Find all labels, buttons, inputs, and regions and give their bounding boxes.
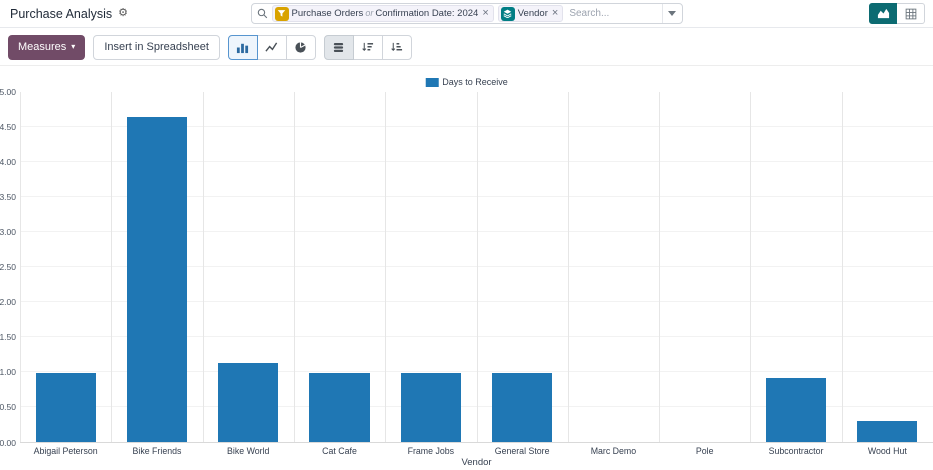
v-gridline	[842, 92, 843, 442]
chart-options-group	[324, 35, 412, 60]
sort-ascending-icon	[390, 41, 403, 54]
bar-cat-cafe[interactable]	[309, 373, 369, 442]
v-gridline	[111, 92, 112, 442]
legend-swatch	[425, 78, 438, 87]
chart-type-group	[228, 35, 316, 60]
y-tick-label: 3.50	[0, 193, 16, 202]
chart-area: Days to Receive 0.00 0.50 1.00 1.50 2.00 2.50…	[0, 66, 933, 470]
x-category-label: Subcontractor	[750, 446, 841, 457]
bar-abigail-peterson[interactable]	[36, 373, 96, 442]
facet-label-part: Purchase Orders	[292, 8, 364, 19]
y-tick-label: 0.00	[0, 439, 16, 448]
x-category-label: Bike World	[203, 446, 294, 457]
top-bar: Purchase Analysis ⚙ Purchase OrdersorCon…	[0, 0, 933, 28]
y-axis: 0.000.501.001.502.002.503.003.504.004.50…	[0, 92, 19, 443]
control-panel: Measures ▾ Insert in Spreadsheet	[0, 29, 933, 66]
search-facet-groupby[interactable]: Vendor ×	[498, 5, 564, 22]
x-category-label: Abigail Peterson	[20, 446, 111, 457]
line-chart-button[interactable]	[257, 35, 287, 60]
gear-icon[interactable]: ⚙	[118, 8, 128, 19]
v-gridline	[294, 92, 295, 442]
y-tick-label: 3.00	[0, 228, 16, 237]
v-gridline	[203, 92, 204, 442]
x-category-label: General Store	[476, 446, 567, 457]
view-switcher	[869, 3, 925, 24]
pie-chart-icon	[294, 41, 307, 54]
bar-subcontractor[interactable]	[766, 378, 826, 442]
search-input[interactable]	[567, 7, 657, 20]
x-category-label: Pole	[659, 446, 750, 457]
v-gridline	[477, 92, 478, 442]
v-gridline	[20, 92, 21, 442]
bar-general-store[interactable]	[492, 373, 552, 442]
sort-descending-button[interactable]	[353, 35, 383, 60]
facet-label: Purchase OrdersorConfirmation Date: 2024	[292, 8, 479, 19]
x-axis-title: Vendor	[20, 457, 933, 468]
x-category-label: Bike Friends	[111, 446, 202, 457]
bar-bike-world[interactable]	[218, 363, 278, 442]
search-dropdown-caret-icon[interactable]	[662, 4, 682, 23]
pivot-view-button[interactable]	[897, 3, 925, 24]
sort-descending-icon	[361, 41, 374, 54]
pie-chart-button[interactable]	[286, 35, 316, 60]
facet-label-part: Confirmation Date: 2024	[375, 8, 478, 19]
page-title: Purchase Analysis	[10, 7, 112, 21]
facet-conjunction: or	[363, 8, 375, 18]
v-gridline	[750, 92, 751, 442]
y-tick-label: 1.50	[0, 333, 16, 342]
bar-frame-jobs[interactable]	[401, 373, 461, 442]
plot-area	[20, 92, 933, 443]
x-category-label: Frame Jobs	[385, 446, 476, 457]
search-icon	[257, 8, 268, 19]
y-tick-label: 2.00	[0, 298, 16, 307]
facet-remove-icon[interactable]: ×	[481, 8, 488, 19]
y-tick-label: 4.50	[0, 123, 16, 132]
x-category-label: Marc Demo	[568, 446, 659, 457]
pivot-view-icon	[905, 8, 917, 20]
v-gridline	[568, 92, 569, 442]
x-category-label: Wood Hut	[842, 446, 933, 457]
line-chart-icon	[265, 41, 278, 54]
search-bar[interactable]: Purchase OrdersorConfirmation Date: 2024…	[251, 3, 683, 24]
search-facet-filter[interactable]: Purchase OrdersorConfirmation Date: 2024…	[272, 5, 494, 22]
facet-remove-icon[interactable]: ×	[551, 8, 558, 19]
measures-button-label: Measures	[18, 41, 66, 53]
group-by-icon	[501, 7, 515, 21]
bar-bike-friends[interactable]	[127, 117, 187, 443]
v-gridline	[659, 92, 660, 442]
filter-icon	[275, 7, 289, 21]
y-tick-label: 2.50	[0, 263, 16, 272]
chevron-down-icon: ▾	[71, 43, 75, 51]
y-tick-label: 1.00	[0, 368, 16, 377]
bar-chart-icon	[236, 41, 249, 54]
graph-view-icon	[877, 7, 890, 20]
chart-legend[interactable]: Days to Receive	[425, 77, 508, 87]
measures-button[interactable]: Measures ▾	[8, 35, 85, 60]
bar-chart-button[interactable]	[228, 35, 258, 60]
y-tick-label: 5.00	[0, 88, 16, 97]
insert-in-spreadsheet-button[interactable]: Insert in Spreadsheet	[93, 35, 220, 60]
y-tick-label: 0.50	[0, 403, 16, 412]
v-gridline	[385, 92, 386, 442]
y-tick-label: 4.00	[0, 158, 16, 167]
legend-label: Days to Receive	[442, 77, 508, 87]
facet-label: Vendor	[518, 8, 548, 19]
x-category-label: Cat Cafe	[294, 446, 385, 457]
sort-ascending-button[interactable]	[382, 35, 412, 60]
stacked-icon	[332, 41, 345, 54]
x-axis-labels: Abigail PetersonBike FriendsBike WorldCa…	[20, 446, 933, 457]
graph-view-button[interactable]	[869, 3, 897, 24]
bar-wood-hut[interactable]	[857, 421, 917, 442]
stacked-toggle-button[interactable]	[324, 35, 354, 60]
